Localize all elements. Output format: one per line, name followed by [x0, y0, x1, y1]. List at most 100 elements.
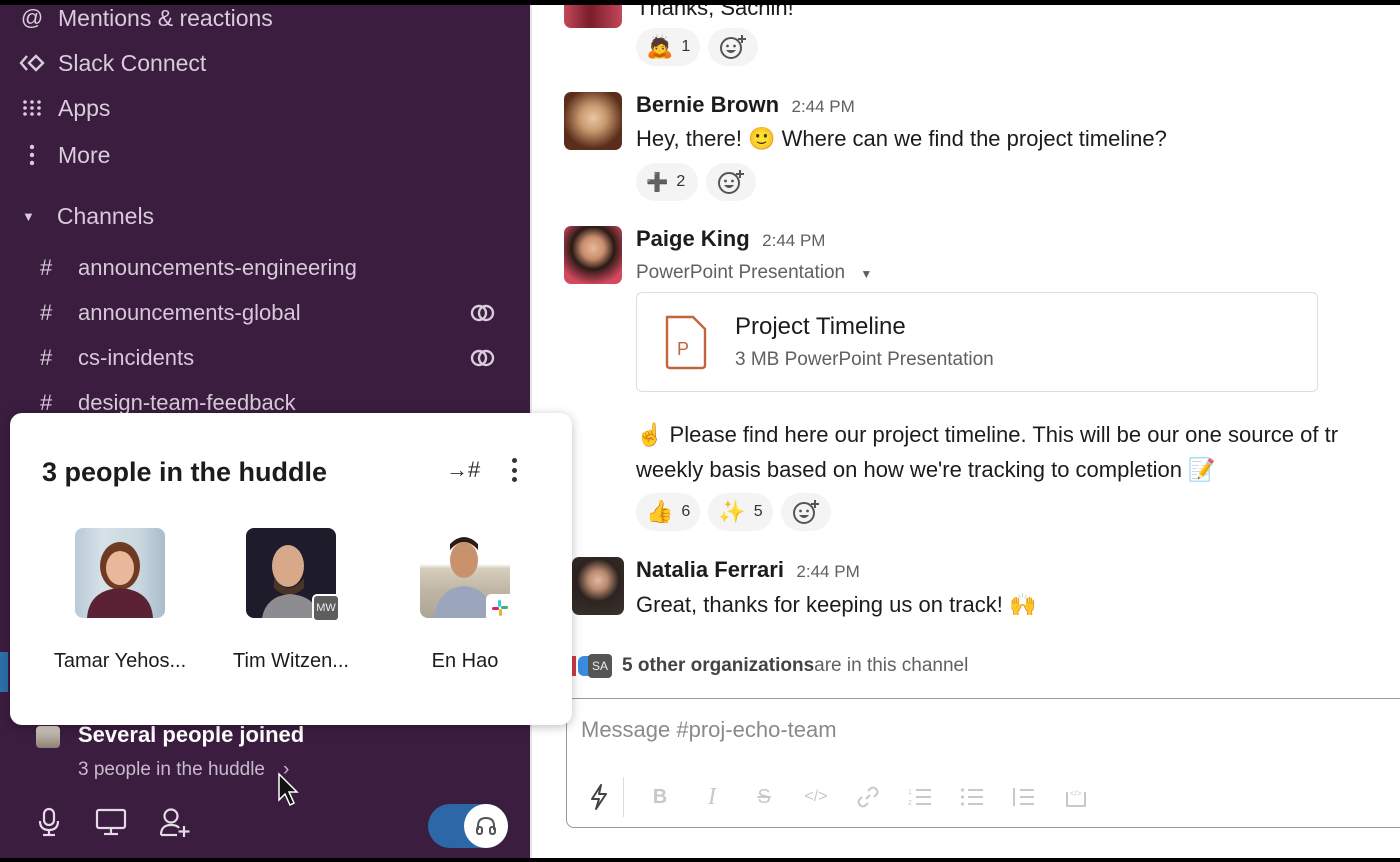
message-author[interactable]: Natalia Ferrari: [636, 557, 784, 582]
reaction-pill[interactable]: ✨ 5: [708, 493, 773, 531]
svg-text:2: 2: [908, 800, 912, 807]
more-options-button[interactable]: [504, 455, 524, 485]
formatting-toolbar: B I S </> 12 </>: [581, 777, 1102, 817]
lightning-icon: [591, 784, 607, 810]
shared-channel-icon: [470, 304, 495, 322]
avatar[interactable]: [564, 226, 622, 284]
code-block-icon[interactable]: </>: [1050, 780, 1102, 814]
italic-icon[interactable]: I: [686, 780, 738, 814]
huddle-popover-title: 3 people in the huddle: [42, 457, 328, 487]
bow-emoji-icon: 🙇: [646, 34, 674, 59]
sidebar-item-apps[interactable]: Apps: [18, 92, 110, 124]
sidebar-item-label: Apps: [58, 94, 111, 121]
memo-emoji-icon: 📝: [1188, 457, 1216, 482]
bold-icon[interactable]: B: [634, 780, 686, 814]
sidebar-channel[interactable]: # announcements-global: [40, 297, 500, 329]
plus-emoji-icon: ➕: [646, 172, 669, 192]
participant-name: Tamar Yehos...: [53, 650, 187, 672]
ordered-list-icon[interactable]: 12: [894, 780, 946, 814]
text-segment: weekly basis based on how we're tracking…: [636, 457, 1182, 482]
code-icon[interactable]: </>: [790, 780, 842, 814]
add-reaction-button[interactable]: [706, 163, 756, 201]
toolbar-divider: [623, 777, 624, 817]
at-icon: @: [20, 5, 44, 30]
caret-down-icon: ▼: [860, 267, 873, 281]
participant-name: En Hao: [431, 650, 499, 672]
channels-section-toggle[interactable]: ▼ Channels: [22, 200, 154, 232]
sidebar-channel[interactable]: # announcements-engineering: [40, 252, 500, 284]
avatar[interactable]: [564, 92, 622, 150]
message-pane: Thanks, Sachin! 🙇 1 Bernie Brown 2:44 PM…: [530, 0, 1400, 862]
reactions: ➕ 2: [636, 163, 756, 201]
avatar: [36, 726, 60, 748]
reaction-pill[interactable]: ➕ 2: [636, 163, 698, 201]
shared-channel-icon: [470, 349, 495, 367]
sidebar-item-mentions[interactable]: @ Mentions & reactions: [18, 2, 273, 34]
svg-text:1: 1: [908, 789, 912, 796]
huddle-participants-link[interactable]: 3 people in the huddle ›: [78, 759, 289, 781]
orgs-count: 5 other organizations: [622, 655, 815, 676]
message-input[interactable]: [581, 717, 1361, 743]
apps-grid-icon: [18, 99, 46, 117]
message-header: Natalia Ferrari 2:44 PM: [636, 557, 860, 583]
move-to-channel-button[interactable]: →#: [446, 457, 480, 483]
add-reaction-button[interactable]: [780, 493, 831, 531]
file-attachment[interactable]: P Project Timeline 3 MB PowerPoint Prese…: [636, 292, 1318, 392]
huddle-participant[interactable]: En Hao: [380, 528, 550, 673]
shortcuts-button[interactable]: [581, 780, 617, 814]
add-person-button[interactable]: [158, 806, 192, 843]
link-icon[interactable]: [842, 780, 894, 814]
message-time[interactable]: 2:44 PM: [762, 231, 825, 250]
avatar[interactable]: [572, 557, 624, 615]
file-name: Project Timeline: [735, 313, 906, 340]
hash-icon: #: [40, 345, 53, 370]
reactions: 🙇 1: [636, 28, 759, 66]
sidebar-channel[interactable]: # cs-incidents: [40, 342, 500, 374]
message: Thanks, Sachin! 🙇 1: [564, 0, 1384, 70]
strikethrough-icon[interactable]: S: [738, 780, 790, 814]
huddle-toggle[interactable]: [428, 804, 508, 848]
huddle-status-title: Several people joined: [78, 722, 305, 747]
message-author[interactable]: Paige King: [636, 226, 750, 251]
add-reaction-icon: [718, 170, 744, 194]
reaction-pill[interactable]: 🙇 1: [636, 28, 701, 66]
file-label: PowerPoint Presentation: [636, 262, 846, 283]
add-person-icon: [159, 808, 190, 837]
sparkles-emoji-icon: ✨: [718, 499, 746, 524]
microphone-icon: [38, 807, 60, 837]
active-channel-indicator: [0, 652, 8, 692]
share-screen-button[interactable]: [94, 806, 128, 843]
message-text: ☝️ Please find here our project timeline…: [636, 417, 1338, 452]
hash-icon: #: [40, 255, 53, 280]
sidebar-item-slack-connect[interactable]: Slack Connect: [18, 47, 206, 79]
reaction-count: 1: [681, 38, 691, 55]
sidebar-item-more[interactable]: More: [18, 139, 110, 171]
add-reaction-icon: [792, 500, 819, 524]
slack-logo-icon: [486, 594, 514, 622]
message-time[interactable]: 2:44 PM: [796, 562, 859, 581]
blockquote-icon[interactable]: [998, 780, 1050, 814]
add-reaction-button[interactable]: [708, 28, 759, 66]
orgs-text: are in this channel: [814, 655, 969, 676]
more-vertical-icon: [18, 144, 46, 166]
text-segment: Hey, there!: [636, 126, 742, 151]
avatar: MW: [246, 528, 340, 622]
message: Bernie Brown 2:44 PM Hey, there! 🙂 Where…: [564, 92, 1384, 212]
message-time[interactable]: 2:44 PM: [791, 97, 854, 116]
slack-connect-icon: [18, 54, 46, 72]
file-label-toggle[interactable]: PowerPoint Presentation ▼: [636, 262, 872, 284]
microphone-button[interactable]: [34, 806, 64, 843]
smile-emoji-icon: 🙂: [748, 126, 776, 151]
avatar: [75, 528, 165, 618]
message-author[interactable]: Bernie Brown: [636, 92, 779, 117]
external-orgs-notice[interactable]: SA 5 other organizations are in this cha…: [572, 654, 968, 678]
reaction-count: 2: [676, 173, 686, 190]
huddle-participant[interactable]: Tamar Yehos...: [35, 528, 205, 673]
mouse-cursor-icon: [278, 772, 299, 807]
huddle-participant[interactable]: MW Tim Witzen...: [206, 528, 376, 673]
reaction-pill[interactable]: 👍 6: [636, 493, 701, 531]
org-logo: [572, 656, 576, 676]
svg-text:P: P: [677, 339, 689, 359]
bulleted-list-icon[interactable]: [946, 780, 998, 814]
monitor-icon: [95, 808, 127, 836]
